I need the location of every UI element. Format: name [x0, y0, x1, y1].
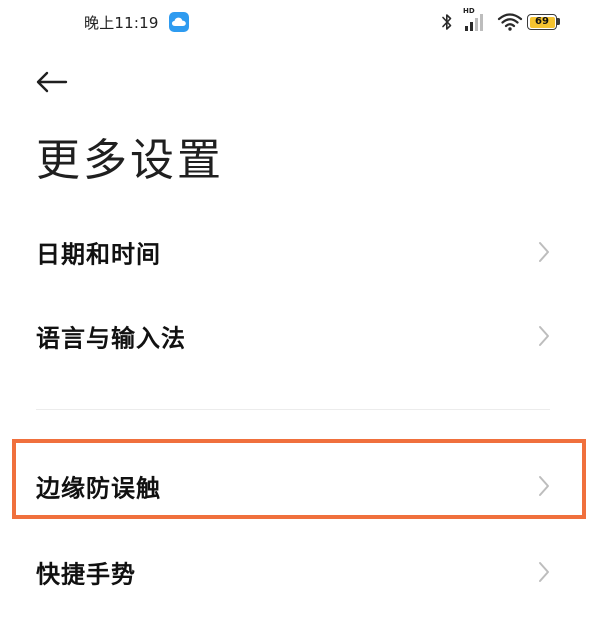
settings-item-edge-touch-protection[interactable]: 边缘防误触 [0, 444, 601, 528]
settings-item-label: 日期和时间 [36, 240, 161, 269]
battery-icon: 69 [527, 14, 557, 30]
wifi-icon [497, 13, 523, 31]
settings-item-label: 语言与输入法 [36, 324, 186, 353]
cloud-icon [169, 12, 189, 32]
back-button[interactable] [32, 66, 74, 98]
signal-icon [465, 14, 483, 31]
settings-item-label: 快捷手势 [36, 560, 136, 589]
status-bar: 晚上11:19 HD 69 [0, 0, 601, 46]
chevron-right-icon [539, 326, 549, 346]
bluetooth-icon [442, 14, 452, 30]
chevron-right-icon [539, 476, 549, 496]
section-divider [36, 409, 550, 410]
battery-level: 69 [535, 16, 549, 27]
page-title: 更多设置 [36, 135, 224, 186]
status-time: 晚上11:19 [84, 14, 159, 32]
settings-item-shortcut-gestures[interactable]: 快捷手势 [0, 530, 601, 614]
chevron-right-icon [539, 242, 549, 262]
back-arrow-icon [36, 71, 68, 93]
settings-item-label: 边缘防误触 [36, 474, 161, 503]
chevron-right-icon [539, 562, 549, 582]
battery-cap [557, 18, 560, 25]
settings-item-language-input[interactable]: 语言与输入法 [0, 294, 601, 378]
settings-item-date-time[interactable]: 日期和时间 [0, 210, 601, 294]
